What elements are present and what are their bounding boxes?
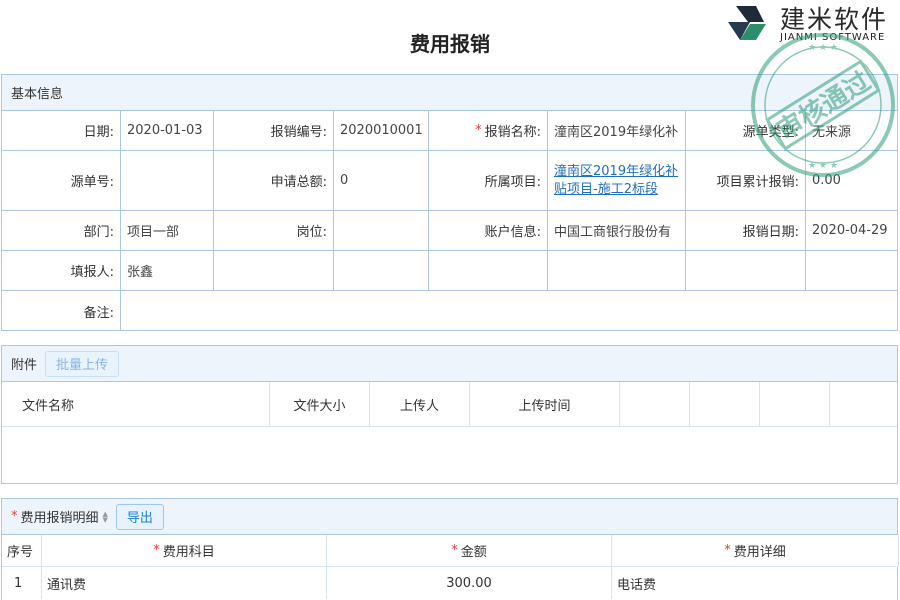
info-row-2: 源单号: 申请总额: 0 所属项目: 潼南区2019年绿化补贴项目-施工2标段 … bbox=[2, 151, 898, 211]
post-label: 岗位: bbox=[214, 211, 334, 251]
row-index: 1 bbox=[2, 567, 42, 599]
source-no-value[interactable] bbox=[121, 151, 214, 211]
note-label: 备注: bbox=[2, 291, 121, 331]
name-value[interactable]: 潼南区2019年绿化补 bbox=[548, 111, 686, 151]
col-file-size: 文件大小 bbox=[270, 382, 370, 426]
col-upload-time: 上传时间 bbox=[470, 382, 620, 426]
total-label: 申请总额: bbox=[214, 151, 334, 211]
required-marker: * bbox=[724, 543, 731, 558]
attachment-header: 附件 批量上传 bbox=[2, 346, 897, 382]
source-no-label: 源单号: bbox=[2, 151, 121, 211]
export-button[interactable]: 导出 bbox=[115, 503, 164, 530]
details-panel: * 费用报销明细 ▲ ▼ 导出 序号 * 费用科目 * 金额 * 费用详细 1 通讯费 … bbox=[1, 498, 899, 600]
account-label: 账户信息: bbox=[429, 211, 548, 251]
dept-label: 部门: bbox=[2, 211, 121, 251]
basic-info-title: 基本信息 bbox=[2, 75, 897, 111]
date-label: 日期: bbox=[2, 111, 121, 151]
source-type-value[interactable]: 无来源 bbox=[806, 111, 898, 151]
col-detail: 费用详细 bbox=[733, 545, 786, 560]
logo-mark-icon bbox=[728, 6, 766, 40]
info-row-4: 填报人: 张鑫 bbox=[2, 251, 898, 291]
row-subject[interactable]: 通讯费 bbox=[42, 567, 327, 599]
reimb-date-label: 报销日期: bbox=[686, 211, 806, 251]
row-detail[interactable]: 电话费 bbox=[612, 567, 899, 599]
col-subject: 费用科目 bbox=[162, 545, 215, 560]
company-logo: 建米软件 JIANMI SOFTWARE bbox=[724, 0, 900, 46]
row-amount[interactable]: 300.00 bbox=[327, 567, 612, 599]
required-marker: * bbox=[153, 543, 160, 558]
total-value[interactable]: 0 bbox=[334, 151, 429, 211]
col-empty bbox=[760, 382, 830, 426]
col-amount-cell: * 金额 bbox=[327, 535, 612, 567]
post-value[interactable] bbox=[334, 211, 429, 251]
basic-info-panel: 基本信息 日期: 2020-01-03 报销编号: 2020010001 * 报销… bbox=[1, 74, 898, 331]
account-value[interactable]: 中国工商银行股份有 bbox=[548, 211, 686, 251]
filler-value[interactable]: 张鑫 bbox=[121, 251, 214, 291]
col-uploader: 上传人 bbox=[370, 382, 470, 426]
filler-label: 填报人: bbox=[2, 251, 121, 291]
cumulative-value: 0.00 bbox=[806, 151, 898, 211]
date-value[interactable]: 2020-01-03 bbox=[121, 111, 214, 151]
required-marker: * bbox=[11, 509, 18, 524]
empty-cell bbox=[334, 251, 429, 291]
details-table: 序号 * 费用科目 * 金额 * 费用详细 1 通讯费 300.00 电话费 bbox=[2, 535, 899, 599]
logo-text-en: JIANMI SOFTWARE bbox=[780, 32, 886, 43]
info-row-3: 部门: 项目一部 岗位: 账户信息: 中国工商银行股份有 报销日期: 2020-… bbox=[2, 211, 898, 251]
project-link[interactable]: 潼南区2019年绿化补贴项目-施工2标段 bbox=[554, 163, 679, 199]
empty-cell bbox=[806, 251, 898, 291]
empty-cell bbox=[686, 251, 806, 291]
reimb-date-value[interactable]: 2020-04-29 bbox=[806, 211, 898, 251]
project-label: 所属项目: bbox=[429, 151, 548, 211]
col-subject-cell: * 费用科目 bbox=[42, 535, 327, 567]
col-amount: 金额 bbox=[460, 545, 487, 560]
code-value[interactable]: 2020010001 bbox=[334, 111, 429, 151]
project-value-cell: 潼南区2019年绿化补贴项目-施工2标段 bbox=[548, 151, 686, 211]
sort-icon[interactable]: ▲ ▼ bbox=[103, 510, 108, 523]
empty-cell bbox=[429, 251, 548, 291]
empty-cell bbox=[548, 251, 686, 291]
details-header: * 费用报销明细 ▲ ▼ 导出 bbox=[2, 499, 897, 535]
col-index: 序号 bbox=[2, 535, 42, 567]
col-file-name: 文件名称 bbox=[2, 382, 270, 426]
cumulative-label: 项目累计报销: bbox=[686, 151, 806, 211]
details-title: 费用报销明细 bbox=[20, 511, 99, 526]
code-label: 报销编号: bbox=[214, 111, 334, 151]
dept-value[interactable]: 项目一部 bbox=[121, 211, 214, 251]
info-row-1: 日期: 2020-01-03 报销编号: 2020010001 * 报销名称: 潼… bbox=[2, 111, 898, 151]
col-empty bbox=[690, 382, 760, 426]
required-marker: * bbox=[475, 123, 482, 138]
required-marker: * bbox=[451, 543, 458, 558]
logo-text-cn: 建米软件 bbox=[780, 5, 889, 34]
batch-upload-button[interactable]: 批量上传 bbox=[45, 350, 120, 377]
source-type-label: 源单类型: bbox=[686, 111, 806, 151]
name-label-cell: * 报销名称: bbox=[429, 111, 548, 151]
col-empty bbox=[830, 382, 899, 426]
col-empty bbox=[620, 382, 690, 426]
attachment-panel: 附件 批量上传 文件名称 文件大小 上传人 上传时间 bbox=[1, 345, 898, 484]
col-detail-cell: * 费用详细 bbox=[612, 535, 899, 567]
note-value[interactable] bbox=[121, 291, 898, 331]
attachment-title: 附件 bbox=[11, 358, 38, 373]
name-label: 报销名称: bbox=[484, 125, 541, 140]
empty-cell bbox=[214, 251, 334, 291]
info-row-5: 备注: bbox=[2, 291, 897, 331]
attachment-table-header: 文件名称 文件大小 上传人 上传时间 bbox=[2, 382, 897, 427]
